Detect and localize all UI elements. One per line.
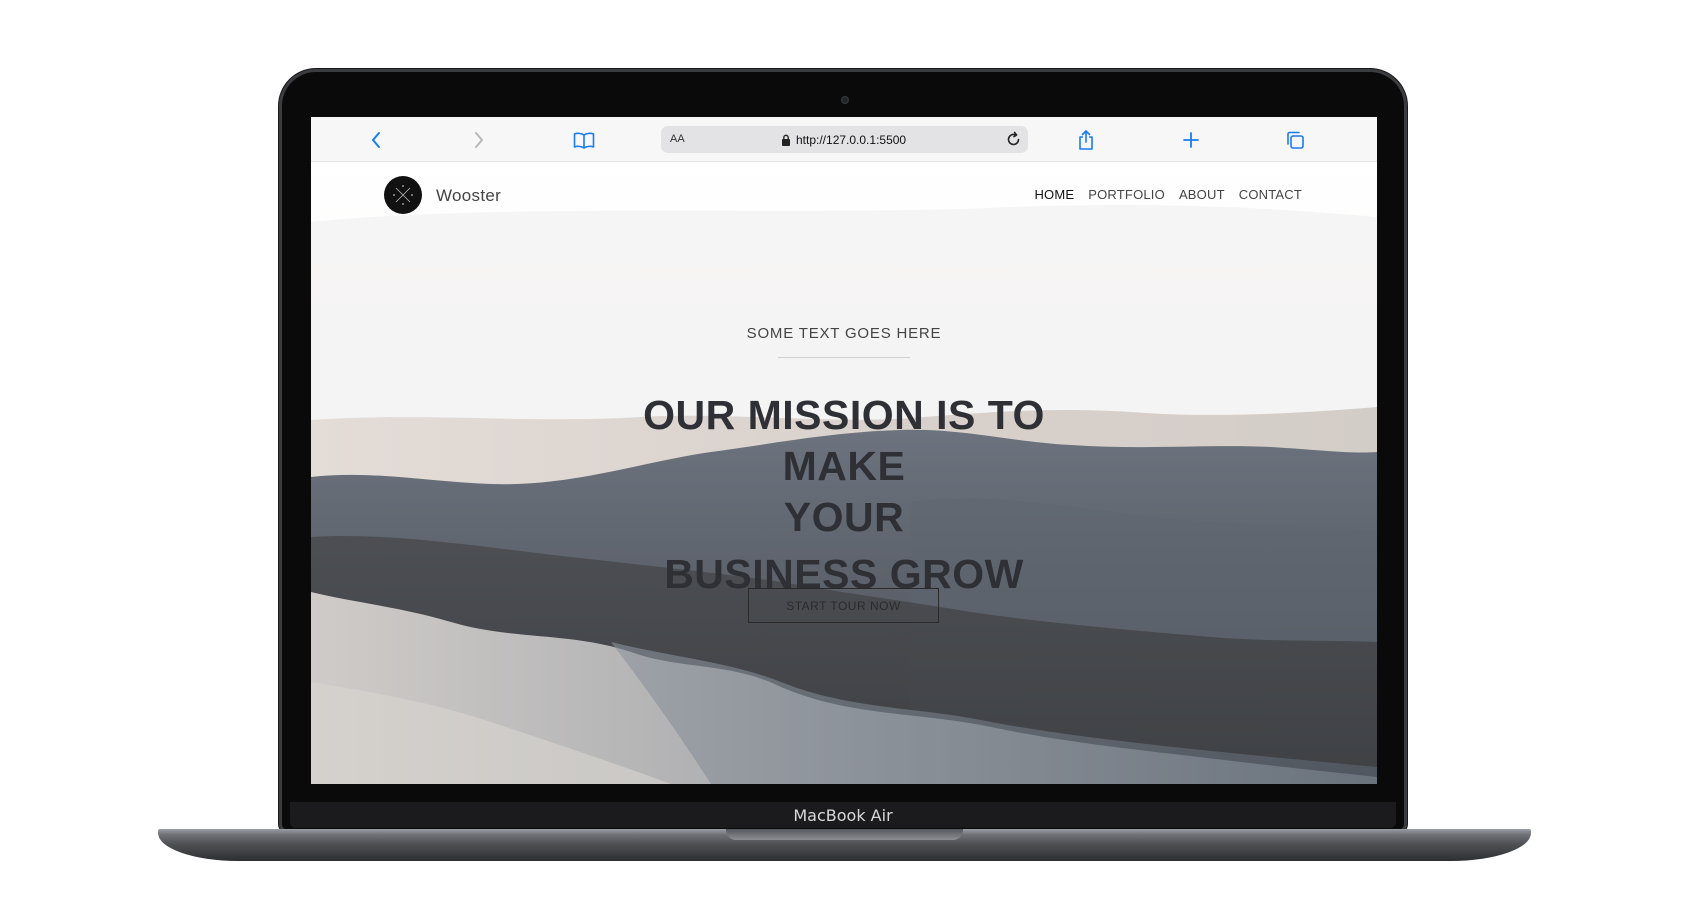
- laptop-base: [158, 829, 1531, 861]
- url-text: http://127.0.0.1:5500: [796, 133, 907, 147]
- reload-icon[interactable]: [1005, 131, 1022, 153]
- chevron-right-icon[interactable]: [468, 129, 490, 151]
- plus-icon[interactable]: [1180, 129, 1202, 151]
- nav-link-portfolio[interactable]: PORTFOLIO: [1088, 187, 1165, 202]
- web-page: Wooster HOME PORTFOLIO ABOUT CONTACT SOM…: [311, 162, 1377, 784]
- camera: [841, 96, 849, 104]
- lock-icon: [781, 133, 791, 151]
- tabs-icon[interactable]: [1284, 129, 1306, 151]
- hero-title: OUR MISSION IS TO MAKE YOUR BUSINESS GRO…: [594, 390, 1094, 600]
- chevron-left-icon[interactable]: [365, 129, 387, 151]
- address-bar[interactable]: AA http://127.0.0.1:5500: [661, 126, 1028, 153]
- site-brand[interactable]: Wooster: [436, 186, 501, 206]
- screen: AA http://127.0.0.1:5500 Wooster HOME PO…: [311, 117, 1377, 784]
- nav-link-about[interactable]: ABOUT: [1179, 187, 1225, 202]
- text-size-button[interactable]: AA: [670, 133, 685, 145]
- hero-title-line: YOUR: [783, 494, 905, 540]
- site-nav: HOME PORTFOLIO ABOUT CONTACT: [1034, 187, 1302, 202]
- start-tour-button[interactable]: START TOUR NOW: [748, 588, 939, 623]
- hero-kicker: SOME TEXT GOES HERE: [746, 325, 942, 342]
- nav-link-contact[interactable]: CONTACT: [1239, 187, 1302, 202]
- browser-toolbar: AA http://127.0.0.1:5500: [311, 117, 1377, 162]
- laptop-chin: MacBook Air: [290, 802, 1396, 828]
- hero-divider: [778, 357, 910, 358]
- book-icon[interactable]: [573, 129, 595, 151]
- hero-title-line: OUR MISSION IS TO MAKE: [643, 392, 1045, 489]
- laptop-notch: [726, 829, 963, 840]
- nav-link-home[interactable]: HOME: [1034, 187, 1074, 202]
- share-icon[interactable]: [1075, 129, 1097, 151]
- device-label: MacBook Air: [793, 806, 893, 825]
- logo-icon[interactable]: [384, 176, 422, 214]
